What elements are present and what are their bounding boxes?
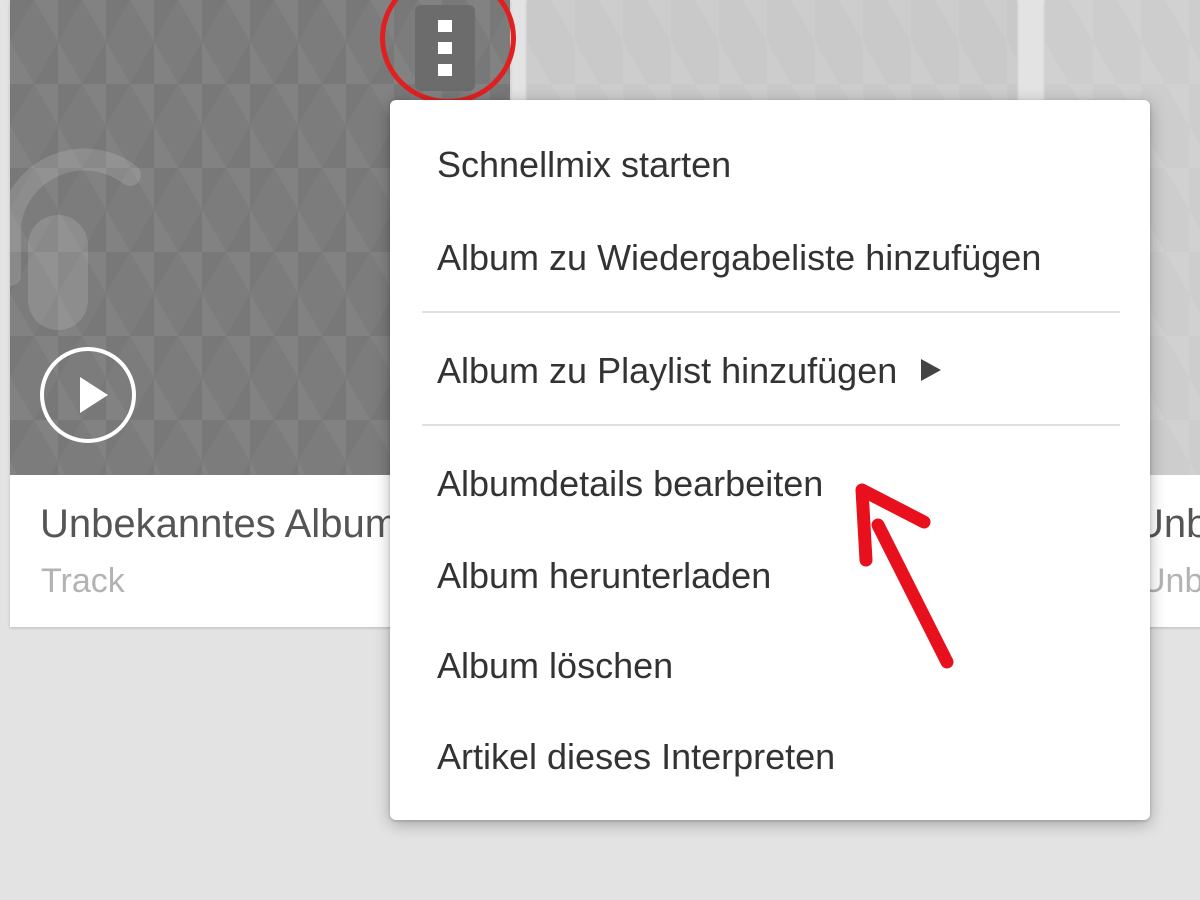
menu-item-label: Albumdetails bearbeiten (437, 463, 824, 504)
menu-item-add-to-playlist[interactable]: Album zu Playlist hinzufügen (390, 336, 1150, 406)
context-menu: Schnellmix starten Album zu Wiedergabeli… (390, 100, 1150, 820)
menu-item-label: Album zu Wiedergabeliste hinzufügen (437, 237, 1042, 278)
chevron-right-icon (921, 359, 942, 382)
vertical-dots-icon-bottom (438, 64, 452, 76)
menu-item-label: Schnellmix starten (437, 144, 732, 185)
menu-divider (422, 311, 1120, 313)
vertical-dots-icon-middle (438, 42, 452, 54)
menu-item-download-album[interactable]: Album herunterladen (390, 541, 1150, 611)
headphones-icon (10, 148, 141, 330)
menu-item-add-to-queue[interactable]: Album zu Wiedergabeliste hinzufügen (390, 223, 1150, 293)
play-button[interactable] (40, 347, 136, 443)
menu-item-delete-album[interactable]: Album löschen (390, 631, 1150, 701)
album-subtitle: Track (41, 562, 125, 600)
menu-item-edit-album-details[interactable]: Albumdetails bearbeiten (390, 449, 1150, 519)
album-title[interactable]: Unbekanntes Album (40, 502, 398, 547)
more-options-button[interactable] (415, 5, 475, 91)
menu-item-label: Album löschen (437, 645, 674, 686)
menu-item-artist-items[interactable]: Artikel dieses Interpreten (390, 722, 1150, 792)
menu-item-label: Album zu Playlist hinzufügen (437, 350, 898, 391)
menu-item-label: Album herunterladen (437, 555, 772, 596)
menu-item-schnellmix[interactable]: Schnellmix starten (390, 130, 1150, 200)
play-icon (80, 377, 108, 413)
menu-divider (422, 424, 1120, 426)
vertical-dots-icon (438, 20, 452, 32)
menu-item-label: Artikel dieses Interpreten (437, 736, 836, 777)
